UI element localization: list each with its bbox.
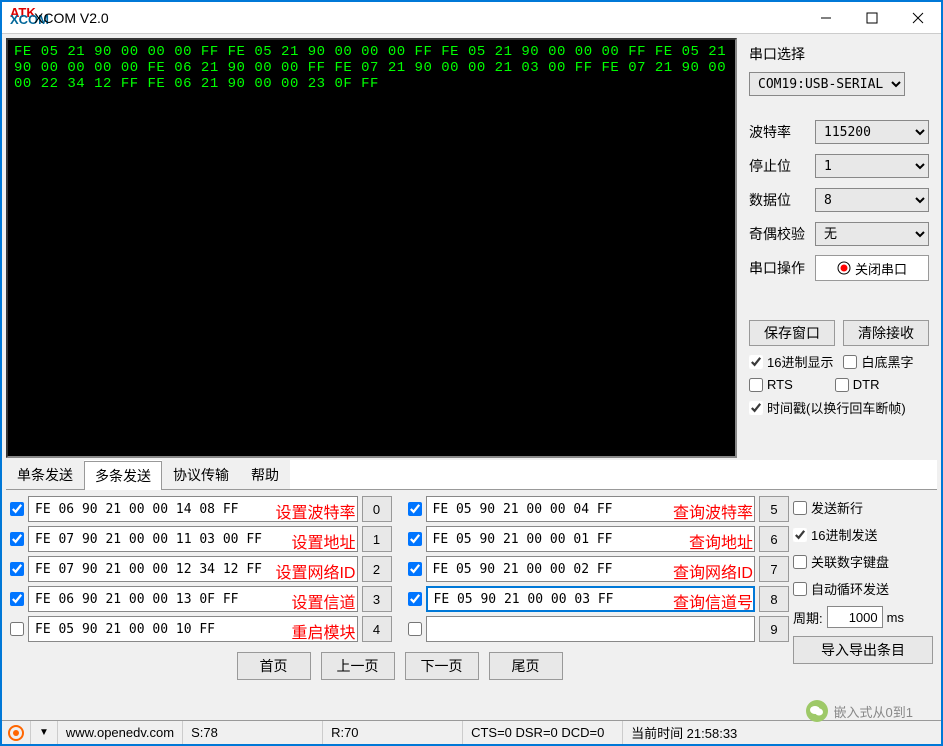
send-row-checkbox[interactable] bbox=[10, 592, 24, 606]
send-command-input[interactable] bbox=[426, 586, 756, 612]
send-row-checkbox[interactable] bbox=[10, 562, 24, 576]
nav-last-button[interactable]: 尾页 bbox=[489, 652, 563, 680]
current-time: 当前时间 21:58:33 bbox=[623, 721, 941, 744]
minimize-button[interactable] bbox=[803, 3, 849, 33]
close-port-button[interactable]: 关闭串口 bbox=[815, 255, 929, 281]
send-row: 查询波特率 5 bbox=[408, 496, 790, 522]
port-select-label: 串口选择 bbox=[749, 44, 929, 64]
send-command-input[interactable] bbox=[28, 526, 358, 552]
window-title: XCOM V2.0 bbox=[34, 10, 803, 26]
hex-display-checkbox[interactable] bbox=[749, 355, 763, 369]
send-row-checkbox[interactable] bbox=[10, 622, 24, 636]
status-icon bbox=[8, 725, 24, 741]
baud-label: 波特率 bbox=[749, 122, 809, 142]
baud-select[interactable]: 115200 bbox=[815, 120, 929, 144]
send-row: 设置网络ID 2 bbox=[10, 556, 392, 582]
period-input[interactable] bbox=[827, 606, 883, 628]
send-command-input[interactable] bbox=[28, 556, 358, 582]
send-command-input[interactable] bbox=[426, 526, 756, 552]
send-slot-button-2[interactable]: 2 bbox=[362, 556, 392, 582]
close-button[interactable] bbox=[895, 3, 941, 33]
send-command-input[interactable] bbox=[426, 616, 756, 642]
send-row: 9 bbox=[408, 616, 790, 642]
parity-select[interactable]: 无 bbox=[815, 222, 929, 246]
website-link[interactable]: www.openedv.com bbox=[66, 725, 174, 740]
white-bg-checkbox[interactable] bbox=[843, 355, 857, 369]
send-row-checkbox[interactable] bbox=[408, 532, 422, 546]
send-newline-checkbox[interactable] bbox=[793, 501, 807, 515]
rts-checkbox[interactable] bbox=[749, 378, 763, 392]
send-command-input[interactable] bbox=[28, 586, 358, 612]
save-window-button[interactable]: 保存窗口 bbox=[749, 320, 835, 346]
send-row: 查询信道号 8 bbox=[408, 586, 790, 612]
send-row-checkbox[interactable] bbox=[408, 562, 422, 576]
import-export-button[interactable]: 导入导出条目 bbox=[793, 636, 933, 664]
tab-protocol[interactable]: 协议传输 bbox=[162, 460, 240, 489]
send-command-input[interactable] bbox=[28, 496, 358, 522]
maximize-button[interactable] bbox=[849, 3, 895, 33]
send-slot-button-4[interactable]: 4 bbox=[362, 616, 392, 642]
stop-select[interactable]: 1 bbox=[815, 154, 929, 178]
send-slot-button-7[interactable]: 7 bbox=[759, 556, 789, 582]
data-select[interactable]: 8 bbox=[815, 188, 929, 212]
send-row-checkbox[interactable] bbox=[408, 592, 422, 606]
sent-count: S:78 bbox=[183, 721, 323, 744]
op-label: 串口操作 bbox=[749, 258, 809, 278]
send-row: 设置信道 3 bbox=[10, 586, 392, 612]
terminal-output[interactable]: FE 05 21 90 00 00 00 FF FE 05 21 90 00 0… bbox=[6, 38, 737, 458]
dtr-checkbox[interactable] bbox=[835, 378, 849, 392]
send-slot-button-3[interactable]: 3 bbox=[362, 586, 392, 612]
tab-multi-send[interactable]: 多条发送 bbox=[84, 461, 162, 490]
send-command-input[interactable] bbox=[28, 616, 358, 642]
send-command-input[interactable] bbox=[426, 496, 756, 522]
send-row: 设置地址 1 bbox=[10, 526, 392, 552]
timestamp-checkbox[interactable] bbox=[749, 401, 763, 415]
record-icon bbox=[837, 261, 851, 275]
send-row: 设置波特率 0 bbox=[10, 496, 392, 522]
send-command-input[interactable] bbox=[426, 556, 756, 582]
send-options-panel: 发送新行 16进制发送 关联数字键盘 自动循环发送 周期:ms 导入导出条目 bbox=[793, 496, 933, 712]
status-dropdown[interactable]: ▼ bbox=[31, 721, 58, 744]
status-bar: ▼ www.openedv.com S:78 R:70 CTS=0 DSR=0 … bbox=[2, 720, 941, 744]
titlebar: ATK XCOM XCOM V2.0 bbox=[2, 2, 941, 34]
send-slot-button-8[interactable]: 8 bbox=[759, 586, 789, 612]
send-row-checkbox[interactable] bbox=[10, 532, 24, 546]
send-row: 查询地址 6 bbox=[408, 526, 790, 552]
send-slot-button-5[interactable]: 5 bbox=[759, 496, 789, 522]
tab-help[interactable]: 帮助 bbox=[240, 460, 290, 489]
nav-home-button[interactable]: 首页 bbox=[237, 652, 311, 680]
app-logo: ATK XCOM bbox=[10, 9, 28, 27]
nav-prev-button[interactable]: 上一页 bbox=[321, 652, 395, 680]
parity-label: 奇偶校验 bbox=[749, 224, 809, 244]
data-label: 数据位 bbox=[749, 190, 809, 210]
serial-settings-panel: 串口选择 COM19:USB-SERIAL 波特率 115200 停止位 1 数据位… bbox=[737, 38, 937, 458]
send-tabs: 单条发送 多条发送 协议传输 帮助 bbox=[6, 460, 937, 490]
port-select[interactable]: COM19:USB-SERIAL bbox=[749, 72, 905, 96]
hex-send-checkbox[interactable] bbox=[793, 528, 807, 542]
period-label: 周期: bbox=[793, 608, 823, 627]
send-slot-button-0[interactable]: 0 bbox=[362, 496, 392, 522]
clear-recv-button[interactable]: 清除接收 bbox=[843, 320, 929, 346]
nav-next-button[interactable]: 下一页 bbox=[405, 652, 479, 680]
send-slot-button-1[interactable]: 1 bbox=[362, 526, 392, 552]
auto-loop-checkbox[interactable] bbox=[793, 582, 807, 596]
send-row: 查询网络ID 7 bbox=[408, 556, 790, 582]
send-row-checkbox[interactable] bbox=[408, 502, 422, 516]
send-slot-button-6[interactable]: 6 bbox=[759, 526, 789, 552]
numpad-checkbox[interactable] bbox=[793, 555, 807, 569]
tab-single-send[interactable]: 单条发送 bbox=[6, 460, 84, 489]
send-row-checkbox[interactable] bbox=[408, 622, 422, 636]
send-row-checkbox[interactable] bbox=[10, 502, 24, 516]
stop-label: 停止位 bbox=[749, 156, 809, 176]
send-slot-button-9[interactable]: 9 bbox=[759, 616, 789, 642]
signal-status: CTS=0 DSR=0 DCD=0 bbox=[463, 721, 623, 744]
recv-count: R:70 bbox=[323, 721, 463, 744]
send-row: 重启模块 4 bbox=[10, 616, 392, 642]
